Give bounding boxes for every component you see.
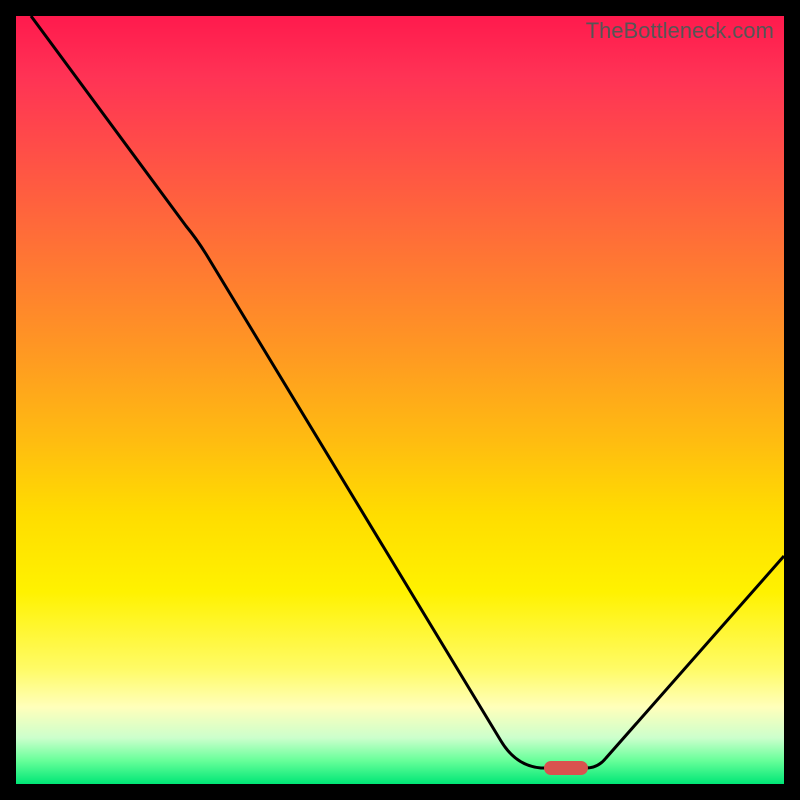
optimal-marker (544, 761, 588, 775)
chart-container: TheBottleneck.com (0, 0, 800, 800)
watermark-label: TheBottleneck.com (586, 18, 774, 44)
curve-path (31, 16, 784, 768)
bottleneck-curve (16, 16, 784, 784)
